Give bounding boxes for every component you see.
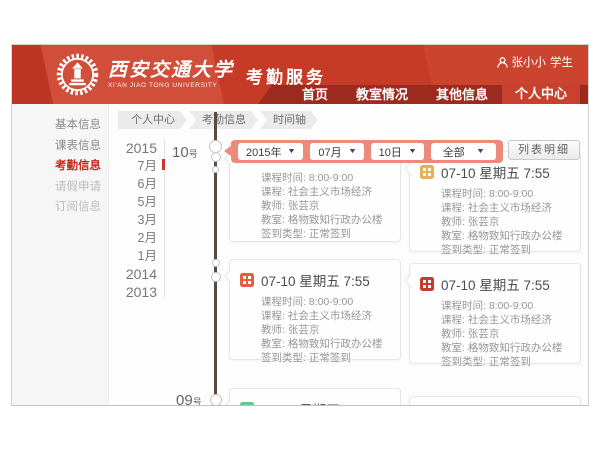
- card-field-course-time: 课程时间: 8:00-9:00: [261, 295, 390, 309]
- day-dropdown[interactable]: 10日 ▼: [371, 143, 424, 160]
- card-field-classroom: 教室: 格物致知行政办公楼: [261, 213, 390, 227]
- card-title: 07-10 星期五 7:55: [261, 270, 370, 290]
- attendance-card[interactable]: 07-09 星期四 7:55: [229, 388, 401, 406]
- filter-bar: 2015年 ▼ 07月 ▼ 10日 ▼ 全部 ▼: [231, 140, 503, 163]
- breadcrumb-attendance-info[interactable]: 考勤信息: [189, 111, 258, 129]
- university-logo-icon: [56, 53, 99, 96]
- card-field-course: 课程: 社会主义市场经济: [441, 313, 570, 327]
- card-field-checkin-type: 签到类型: 正常签到: [261, 351, 390, 365]
- chevron-down-icon: ▼: [287, 148, 296, 155]
- list-detail-button[interactable]: 列表明细: [508, 140, 580, 160]
- attendance-card[interactable]: 07-10 星期五 7:55 课程时间: 8:00-9:00 课程: 社会主义市…: [409, 263, 581, 364]
- sidebar: 基本信息 课表信息 考勤信息 请假申请 订阅信息: [12, 104, 109, 406]
- timeline-node: [211, 272, 221, 282]
- card-field-teacher: 教师: 张芸京: [261, 199, 390, 213]
- year-dropdown-value: 2015年: [246, 144, 281, 160]
- year-nav-2015[interactable]: 2015: [112, 139, 157, 157]
- month-nav-mar[interactable]: 3月: [112, 211, 157, 229]
- month-nav-jun[interactable]: 6月: [112, 175, 157, 193]
- month-dropdown[interactable]: 07月 ▼: [310, 143, 363, 160]
- card-field-checkin-type: 签到类型: 正常签到: [441, 243, 570, 257]
- breadcrumb-timeline[interactable]: 时间轴: [260, 111, 318, 129]
- card-field-course: 课程: 社会主义市场经济: [261, 309, 390, 323]
- month-nav-feb[interactable]: 2月: [112, 229, 157, 247]
- year-nav-2014[interactable]: 2014: [112, 265, 157, 283]
- sidebar-item-leave-request[interactable]: 请假申请: [12, 182, 108, 194]
- day-dropdown-value: 10日: [379, 144, 402, 160]
- card-field-checkin-type: 签到类型: 正常签到: [261, 227, 390, 241]
- user-name: 张小小: [512, 54, 547, 70]
- nav-item-personal-center-active[interactable]: 个人中心: [502, 83, 580, 104]
- sidebar-item-basic-info[interactable]: 基本信息: [12, 120, 108, 132]
- card-field-teacher: 教师: 张芸京: [261, 323, 390, 337]
- month-nav-may[interactable]: 5月: [112, 193, 157, 211]
- card-field-teacher: 教师: 张芸京: [441, 327, 570, 341]
- breadcrumb-personal-center[interactable]: 个人中心: [118, 111, 187, 129]
- user-role: 学生: [550, 54, 573, 70]
- card-field-classroom: 教室: 格物致知行政办公楼: [261, 337, 390, 351]
- main-nav: 首页 教室情况 其他信息 个人中心: [288, 83, 580, 104]
- content-area: 基本信息 课表信息 考勤信息 请假申请 订阅信息 个人中心 考勤信息 时间轴 2…: [12, 104, 588, 406]
- card-field-checkin-type: 签到类型: 正常签到: [441, 355, 570, 369]
- chevron-down-icon: ▼: [348, 148, 357, 155]
- day-marker-09: 09号: [176, 392, 202, 406]
- card-title: 07-09 星期四 7:55: [261, 399, 370, 406]
- app-header: 西安交通大学 XI'AN JIAO TONG UNIVERSITY 考勤服务 张…: [12, 45, 588, 104]
- attendance-card[interactable]: 07-10 星期五 7:55 课程时间: 8:00-9:00 课程: 社会主义市…: [409, 151, 581, 252]
- nav-item-home[interactable]: 首页: [288, 85, 342, 104]
- user-icon: [497, 57, 508, 68]
- timeline-node: [212, 166, 219, 173]
- month-nav-jan[interactable]: 1月: [112, 247, 157, 265]
- attendance-card[interactable]: 07-10 星期五 7:55 课程时间: 8:00-9:00 课程: 社会主义市…: [229, 259, 401, 360]
- attendance-card[interactable]: [409, 396, 581, 406]
- card-field-classroom: 教室: 格物致知行政办公楼: [441, 341, 570, 355]
- card-field-course-time: 课程时间: 8:00-9:00: [441, 299, 570, 313]
- calendar-icon: [240, 273, 254, 287]
- nav-item-classrooms[interactable]: 教室情况: [342, 85, 422, 104]
- card-field-classroom: 教室: 格物致知行政办公楼: [441, 229, 570, 243]
- year-nav-2013[interactable]: 2013: [112, 283, 157, 301]
- card-field-course-time: 课程时间: 8:00-9:00: [441, 187, 570, 201]
- timeline-node: [211, 152, 221, 162]
- sidebar-item-schedule-info[interactable]: 课表信息: [12, 141, 108, 153]
- type-dropdown[interactable]: 全部 ▼: [431, 143, 496, 160]
- user-account[interactable]: 张小小 学生: [497, 54, 574, 70]
- breadcrumb: 个人中心 考勤信息 时间轴: [118, 111, 320, 129]
- year-dropdown[interactable]: 2015年 ▼: [238, 143, 303, 160]
- nav-item-other-info[interactable]: 其他信息: [422, 85, 502, 104]
- card-title: 07-10 星期五 7:55: [441, 162, 550, 182]
- day-marker-10: 10号: [172, 144, 198, 162]
- university-name-en: XI'AN JIAO TONG UNIVERSITY: [108, 82, 234, 89]
- attendance-app-window: 西安交通大学 XI'AN JIAO TONG UNIVERSITY 考勤服务 张…: [11, 44, 589, 406]
- timeline-node: [212, 259, 220, 267]
- card-field-course: 课程: 社会主义市场经济: [261, 185, 390, 199]
- timeline-year-nav: 2015 7月 6月 5月 3月 2月 1月 2014 2013: [112, 139, 157, 301]
- sidebar-item-attendance-info[interactable]: 考勤信息: [12, 161, 108, 173]
- chevron-down-icon: ▼: [476, 148, 485, 155]
- calendar-icon: [420, 277, 434, 291]
- card-field-course-time: 课程时间: 8:00-9:00: [261, 171, 390, 185]
- calendar-icon: [240, 402, 254, 406]
- card-field-course: 课程: 社会主义市场经济: [441, 201, 570, 215]
- card-title: 07-10 星期五 7:55: [441, 274, 550, 294]
- month-dropdown-value: 07月: [318, 144, 341, 160]
- timeline-node: [210, 394, 222, 406]
- month-nav-jul[interactable]: 7月: [112, 157, 157, 175]
- university-name: 西安交通大学 XI'AN JIAO TONG UNIVERSITY: [108, 60, 234, 89]
- card-field-teacher: 教师: 张芸京: [441, 215, 570, 229]
- type-dropdown-value: 全部: [443, 144, 465, 160]
- selected-month-indicator: [162, 159, 165, 170]
- chevron-down-icon: ▼: [408, 148, 417, 155]
- university-name-cn: 西安交通大学: [108, 60, 234, 80]
- calendar-icon: [420, 165, 434, 179]
- sidebar-item-subscription-info[interactable]: 订阅信息: [12, 202, 108, 214]
